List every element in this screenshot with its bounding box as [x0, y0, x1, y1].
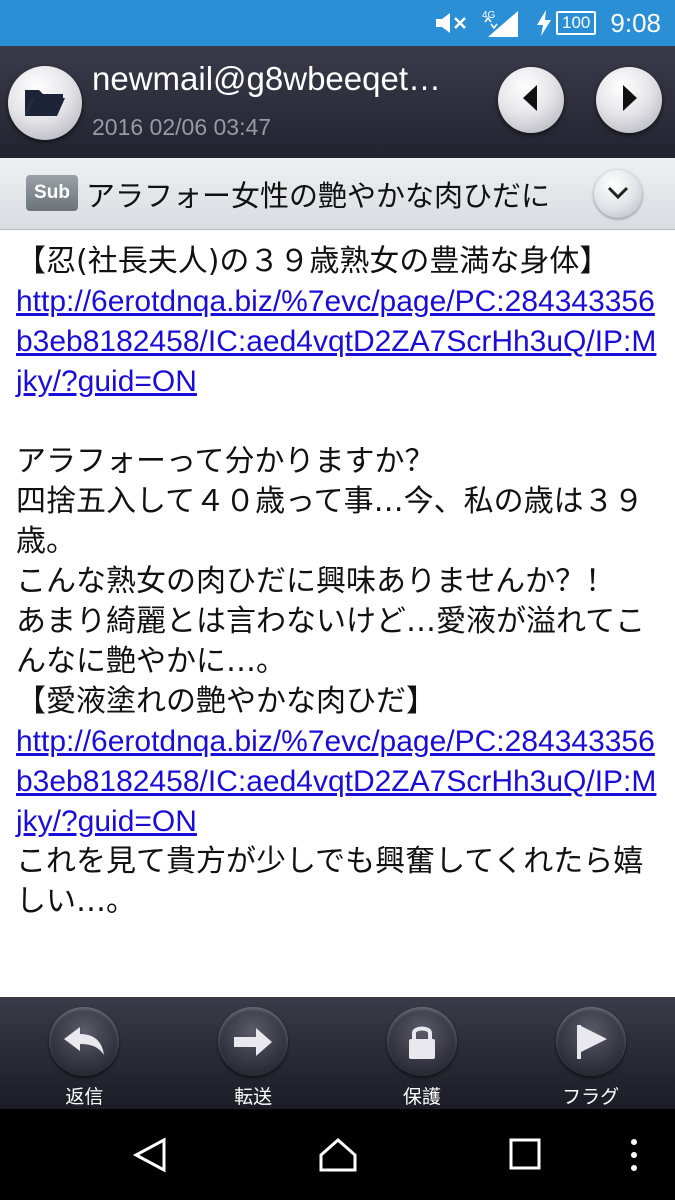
body-text: 四捨五入して４０歳って事…今、私の歳は３９歳。 — [16, 484, 644, 559]
status-bar: 4G 100 9:08 — [0, 0, 675, 46]
subject-text: アラフォー女性の艶やかな肉ひだに — [86, 179, 551, 213]
mail-header: newmail@g8wbeeqet… 2016 02/06 03:47 — [0, 46, 675, 158]
forward-button[interactable]: 転送 — [169, 997, 338, 1109]
more-options-icon[interactable] — [628, 1137, 640, 1177]
triangle-left-icon — [519, 83, 543, 117]
mail-date: 2016 02/06 03:47 — [92, 114, 272, 140]
folder-button[interactable] — [8, 66, 82, 140]
battery-level: 100 — [556, 11, 597, 35]
speaker-muted-icon — [434, 11, 468, 35]
chevron-down-icon — [607, 185, 629, 204]
protect-label: 保護 — [402, 1086, 441, 1108]
home-icon[interactable] — [318, 1137, 358, 1177]
flag-label: フラグ — [562, 1086, 620, 1108]
triangle-right-icon — [617, 83, 641, 117]
system-nav-bar — [0, 1109, 675, 1200]
flag-icon — [555, 1007, 626, 1076]
lock-icon — [386, 1007, 457, 1076]
body-text: 【愛液塗れの艶やかな肉ひだ】 — [16, 684, 436, 719]
clock: 9:08 — [610, 7, 661, 38]
recent-apps-icon[interactable] — [508, 1137, 542, 1175]
forward-label: 転送 — [234, 1086, 273, 1108]
reply-label: 返信 — [65, 1086, 104, 1108]
body-text: 【忍(社長夫人)の３９歳熟女の豊満な身体】 — [16, 244, 610, 279]
reply-button[interactable]: 返信 — [0, 997, 169, 1109]
previous-mail-button[interactable] — [498, 67, 564, 133]
mail-toolbar: 返信 転送 保護 フラグ — [0, 997, 675, 1109]
protect-button[interactable]: 保護 — [338, 997, 507, 1109]
subject-bar: Sub アラフォー女性の艶やかな肉ひだに — [0, 158, 675, 230]
expand-subject-button[interactable] — [594, 170, 642, 218]
body-link[interactable]: http://6erotdnqa.biz/%7evc/page/PC:28434… — [16, 282, 659, 402]
reply-icon — [49, 1007, 120, 1076]
body-text: アラフォーって分かりますか？ — [16, 444, 435, 479]
body-link[interactable]: http://6erotdnqa.biz/%7evc/page/PC:28434… — [16, 722, 659, 842]
battery-indicator: 100 — [536, 10, 597, 36]
flag-button[interactable]: フラグ — [506, 997, 675, 1109]
body-text: これを見て貴方が少しでも興奮してくれたら嬉しい…。 — [16, 844, 644, 919]
forward-icon — [218, 1007, 289, 1076]
body-text: こんな熟女の肉ひだに興味ありませんか？！ — [16, 564, 616, 599]
folder-icon — [23, 84, 67, 122]
back-icon[interactable] — [132, 1137, 168, 1177]
body-text: あまり綺麗とは言わないけど…愛液が溢れてこんなに艶やかに…。 — [16, 604, 646, 679]
mail-body: 【忍(社長夫人)の３９歳熟女の豊満な身体】 http://6erotdnqa.b… — [0, 230, 675, 997]
next-mail-button[interactable] — [596, 67, 662, 133]
lightning-icon — [536, 10, 552, 36]
sender-address: newmail@g8wbeeqet… — [92, 60, 442, 97]
subject-badge: Sub — [26, 175, 78, 211]
signal-icon: 4G — [482, 8, 522, 38]
